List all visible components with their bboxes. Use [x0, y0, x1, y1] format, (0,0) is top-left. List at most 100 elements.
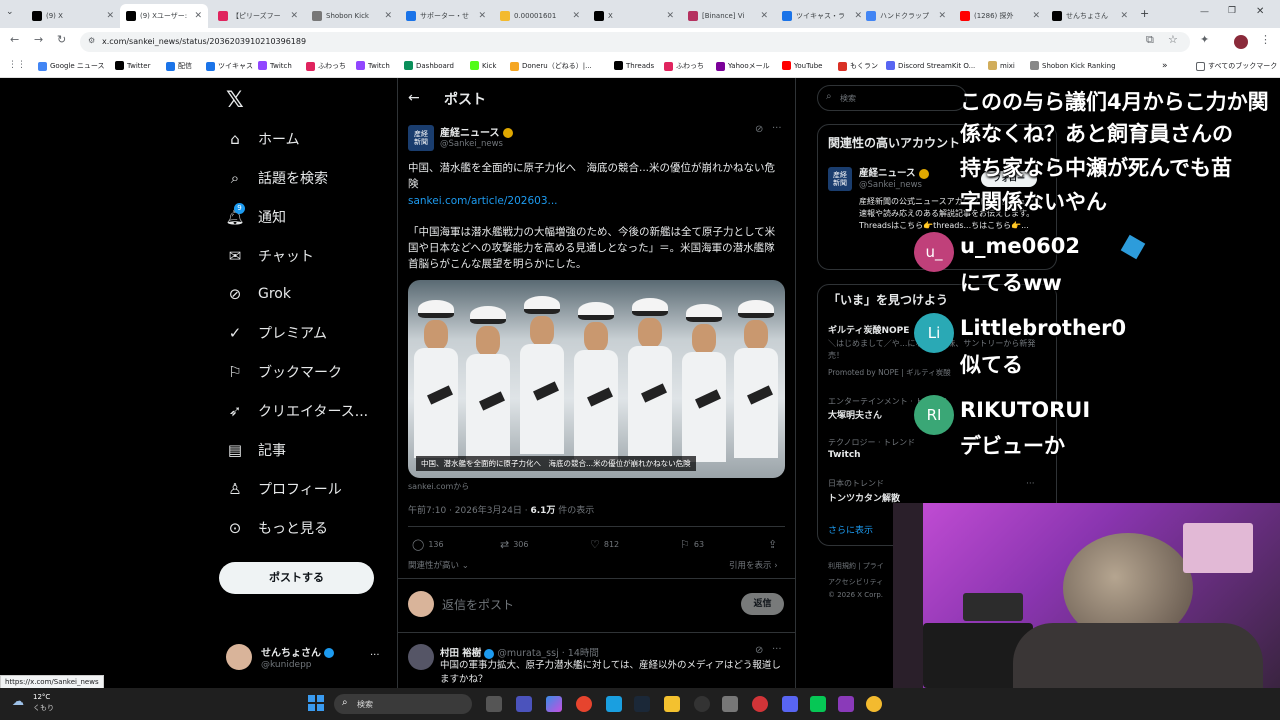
browser-tab[interactable]: 0.00001601 ✕ — [494, 4, 586, 28]
bookmark[interactable]: もくラン — [838, 61, 878, 71]
windows-start-icon[interactable] — [308, 695, 324, 711]
browser-tab[interactable]: 【ピリーズフー ✕ — [212, 4, 304, 28]
post-link[interactable]: sankei.com/article/202603... — [408, 193, 558, 209]
trend-title[interactable]: 大塚明夫さん — [828, 408, 882, 421]
bookmark[interactable]: mixi — [988, 61, 1015, 70]
bookmark[interactable]: Discord StreamKit O... — [886, 61, 975, 70]
nav-home[interactable]: ⌂ ホーム — [226, 129, 299, 149]
reply-button[interactable]: 返信 — [741, 593, 784, 615]
back-arrow-icon[interactable]: ← — [408, 90, 420, 106]
close-icon[interactable]: ✕ — [384, 11, 392, 21]
reply-action[interactable]: ◯ 136 — [412, 538, 444, 551]
browser-tab[interactable]: ツイキャス・ラ ✕ — [776, 4, 868, 28]
apps-icon[interactable]: ⋮⋮ — [8, 60, 26, 70]
browser-tab[interactable]: (9) X ✕ — [26, 4, 120, 28]
browser-tab[interactable]: せんちょさん ✕ — [1046, 4, 1134, 28]
bookmark[interactable]: Twitch — [258, 61, 292, 70]
bookmark[interactable]: ツイキャス — [206, 61, 253, 71]
record-icon[interactable] — [752, 696, 768, 712]
trend-title[interactable]: トンツカタン解散 — [828, 491, 900, 504]
app-icon[interactable] — [838, 696, 854, 712]
nav-creator-studio[interactable]: ➶ クリエイタース... — [226, 401, 368, 421]
nav-profile[interactable]: ♙ プロフィール — [226, 479, 341, 499]
bookmark[interactable]: ふわっち — [306, 61, 346, 71]
reply-author-avatar[interactable] — [408, 644, 434, 670]
bookmark[interactable]: Yahooメール — [716, 61, 770, 71]
teams-icon[interactable] — [516, 696, 532, 712]
browser-tab[interactable]: Shobon Kick ✕ — [306, 4, 398, 28]
like-action[interactable]: ♡ 812 — [590, 538, 619, 551]
reload-icon[interactable]: ↻ — [57, 33, 66, 46]
extensions-icon[interactable]: ✦ — [1200, 33, 1209, 46]
search-input[interactable]: 検索 — [817, 85, 967, 111]
link-source[interactable]: sankei.comから — [408, 481, 469, 492]
trend-title[interactable]: ギルティ炭酸NOPE — [828, 323, 909, 336]
reply-author[interactable]: 村田 裕樹 @murata_ssj · 14時間 — [440, 645, 599, 659]
user-account[interactable]: せんちょさん — [261, 644, 335, 659]
close-icon[interactable]: ✕ — [106, 11, 114, 21]
nav-more[interactable]: ⊙ もっと見る — [226, 518, 328, 538]
close-icon[interactable]: ✕ — [572, 11, 580, 21]
forward-icon[interactable]: → — [34, 33, 43, 46]
bookmark[interactable]: 配信 — [166, 61, 192, 71]
sort-replies[interactable]: 関連性が高い ⌄ — [408, 559, 469, 571]
nav-articles[interactable]: ▤ 記事 — [226, 440, 286, 460]
chrome-icon[interactable] — [576, 696, 592, 712]
nav-notifications[interactable]: 🔔︎ 9 通知 — [225, 203, 286, 227]
close-icon[interactable]: ✕ — [194, 11, 202, 21]
line-icon[interactable] — [810, 696, 826, 712]
browser-tab[interactable]: (1286) 探外 ✕ — [954, 4, 1046, 28]
copilot-icon[interactable] — [546, 696, 562, 712]
nav-bookmarks[interactable]: ⚐ ブックマーク — [226, 362, 342, 382]
related-account[interactable]: 産経ニュース — [859, 165, 929, 179]
post-button[interactable]: ポストする — [219, 562, 374, 594]
bookmark[interactable]: Google ニュース — [38, 61, 105, 71]
site-info-icon[interactable]: ⚙ — [88, 36, 95, 45]
more-options-icon[interactable]: ··· — [1026, 479, 1035, 489]
browser-tab[interactable]: サポーター・せ ✕ — [400, 4, 492, 28]
app-icon[interactable] — [866, 696, 882, 712]
minimize-icon[interactable]: — — [1200, 7, 1209, 17]
weather-icon[interactable]: ☁ — [12, 694, 24, 708]
browser-tab[interactable]: [Binance] Vi ✕ — [682, 4, 774, 28]
repost-action[interactable]: ⇄ 306 — [500, 538, 529, 551]
close-icon[interactable]: ✕ — [478, 11, 486, 21]
show-more-link[interactable]: さらに表示 — [828, 523, 873, 536]
footer-link[interactable]: 利用規約 | プライ — [828, 561, 884, 571]
obs-icon[interactable] — [694, 696, 710, 712]
nav-chat[interactable]: ✉ チャット — [226, 246, 314, 266]
account-menu-icon[interactable]: ··· — [370, 650, 380, 661]
new-tab-icon[interactable]: + — [1140, 7, 1149, 20]
maximize-icon[interactable]: ❐ — [1228, 6, 1236, 16]
browser-tab[interactable]: ハンドクラップ ✕ — [860, 4, 952, 28]
bookmark[interactable]: Dashboard — [404, 61, 454, 70]
edge-icon[interactable] — [606, 696, 622, 712]
address-bar[interactable]: x.com/sankei_news/status/203620391021039… — [80, 32, 1190, 52]
reply-input[interactable]: 返信をポスト — [442, 596, 514, 613]
bookmark[interactable]: Doneru（どねる）|... — [510, 61, 592, 71]
folder-icon[interactable] — [664, 696, 680, 712]
grok-icon[interactable]: ⊘ — [755, 645, 763, 656]
profile-avatar[interactable] — [1234, 35, 1248, 49]
bookmark[interactable]: Kick — [470, 61, 496, 70]
author-avatar[interactable]: 産経 新聞 — [408, 125, 434, 151]
bookmark[interactable]: Shobon Kick Ranking — [1030, 61, 1116, 70]
browser-tab[interactable]: X ✕ — [588, 4, 680, 28]
window-close-icon[interactable]: ✕ — [1256, 6, 1264, 17]
nav-grok[interactable]: ⊘ Grok — [226, 285, 291, 303]
bookmark[interactable]: ふわっち — [664, 61, 704, 71]
more-options-icon[interactable]: ··· — [772, 644, 782, 655]
app-icon[interactable] — [722, 696, 738, 712]
close-icon[interactable]: ✕ — [1120, 11, 1128, 21]
related-avatar[interactable]: 産経 新聞 — [828, 167, 852, 191]
bookmark[interactable]: Threads — [614, 61, 654, 70]
star-icon[interactable]: ☆ — [1168, 33, 1178, 46]
bookmark-action[interactable]: ⚐ 63 — [680, 538, 704, 551]
post-image[interactable] — [408, 280, 785, 478]
bookmark-overflow-icon[interactable]: » — [1162, 61, 1168, 71]
footer-link[interactable]: アクセシビリティ — [828, 577, 883, 587]
close-icon[interactable]: ✕ — [760, 11, 768, 21]
cast-icon[interactable]: ⧉ — [1146, 33, 1154, 47]
all-bookmarks[interactable]: すべてのブックマーク — [1196, 61, 1277, 71]
author[interactable]: 産経ニュース — [440, 124, 513, 139]
